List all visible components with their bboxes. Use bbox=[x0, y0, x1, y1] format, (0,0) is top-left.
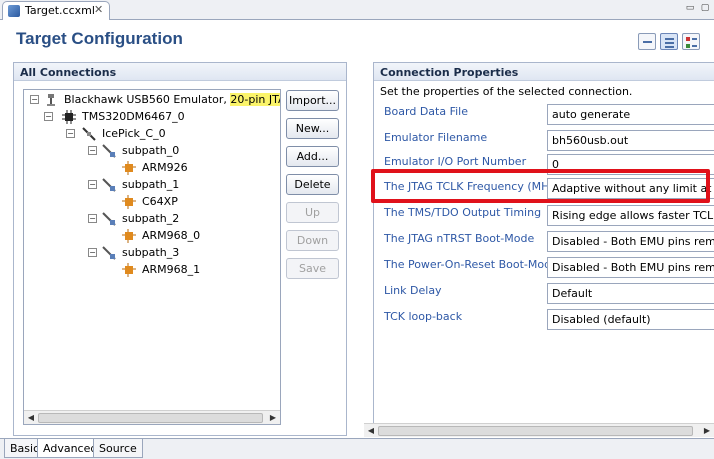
tree-item-c64xp[interactable]: C64XP bbox=[24, 194, 274, 210]
bottom-tab-strip: Basic Advanced Source bbox=[0, 438, 714, 459]
property-value-board-data-file[interactable]: auto generate bbox=[547, 104, 714, 125]
tree-item-label: subpath_2 bbox=[122, 212, 180, 225]
close-tab-icon[interactable]: ✕ bbox=[94, 3, 103, 16]
property-label-board-data-file[interactable]: Board Data File bbox=[384, 105, 468, 118]
property-label-emulator-filename[interactable]: Emulator Filename bbox=[384, 131, 487, 144]
scrollbar-thumb[interactable] bbox=[38, 413, 263, 423]
tree-item-device[interactable]: − TMS320DM6467_0 bbox=[24, 109, 274, 125]
subpath-icon bbox=[102, 246, 116, 260]
tree-item-label: subpath_1 bbox=[122, 178, 180, 191]
save-button[interactable]: Save bbox=[286, 258, 339, 279]
collapse-icon[interactable]: − bbox=[88, 248, 97, 257]
up-button[interactable]: Up bbox=[286, 202, 339, 223]
tree-item-label: TMS320DM6467_0 bbox=[82, 110, 185, 123]
property-value-power-on-reset[interactable]: Disabled - Both EMU pins remain h bbox=[547, 257, 714, 278]
collapse-icon[interactable]: − bbox=[88, 214, 97, 223]
connections-tree[interactable]: − Blackhawk USB560 Emulator, 20-pin JTAG… bbox=[23, 89, 281, 425]
tab-source[interactable]: Source bbox=[93, 439, 143, 458]
property-value-ntrst-boot-mode[interactable]: Disabled - Both EMU pins remain h bbox=[547, 231, 714, 252]
collapse-icon[interactable]: − bbox=[88, 146, 97, 155]
ccxml-file-icon bbox=[8, 5, 20, 17]
emulator-icon bbox=[47, 94, 55, 106]
tree-item-emulator[interactable]: − Blackhawk USB560 Emulator, 20-pin JTAG… bbox=[24, 92, 280, 108]
property-label-ntrst-boot-mode[interactable]: The JTAG nTRST Boot-Mode bbox=[384, 232, 534, 245]
tree-item-label: C64XP bbox=[142, 195, 178, 208]
tree-item-label: Blackhawk USB560 Emulator, bbox=[64, 93, 231, 106]
property-label-io-port[interactable]: Emulator I/O Port Number bbox=[384, 155, 526, 168]
page-title: Target Configuration bbox=[16, 29, 183, 48]
property-value-tms-tdo-timing[interactable]: Rising edge allows faster TCLK bbox=[547, 205, 714, 226]
subpath-icon bbox=[102, 178, 116, 192]
cpu-icon bbox=[122, 161, 136, 175]
tree-item-arm968-0[interactable]: ARM968_0 bbox=[24, 228, 274, 244]
editor-tab-label: Target.ccxml bbox=[25, 4, 95, 17]
connection-properties-description: Set the properties of the selected conne… bbox=[380, 85, 633, 98]
cpu-icon bbox=[122, 229, 136, 243]
property-value-emulator-filename[interactable]: bh560usb.out bbox=[547, 130, 714, 151]
highlighted-text: 20-pin JTAG Ca bbox=[230, 93, 280, 106]
delete-button[interactable]: Delete bbox=[286, 174, 339, 195]
tree-item-label: subpath_0 bbox=[122, 144, 180, 157]
add-button[interactable]: Add... bbox=[286, 146, 339, 167]
property-label-tms-tdo-timing[interactable]: The TMS/TDO Output Timing bbox=[384, 206, 541, 219]
cpu-icon bbox=[122, 195, 136, 209]
collapse-icon[interactable]: − bbox=[66, 129, 75, 138]
scroll-left-icon[interactable]: ◀ bbox=[365, 425, 377, 437]
import-button[interactable]: Import... bbox=[286, 90, 339, 111]
down-button[interactable]: Down bbox=[286, 230, 339, 251]
tree-item-label: IcePick_C_0 bbox=[102, 127, 166, 140]
scroll-right-icon[interactable]: ▶ bbox=[267, 412, 279, 424]
tree-item-subpath-3[interactable]: − subpath_3 bbox=[24, 245, 274, 261]
property-value-link-delay[interactable]: Default bbox=[547, 283, 714, 304]
subpath-icon bbox=[102, 144, 116, 158]
tree-item-subpath-0[interactable]: − subpath_0 bbox=[24, 143, 274, 159]
scroll-left-icon[interactable]: ◀ bbox=[25, 412, 37, 424]
scroll-right-icon[interactable]: ▶ bbox=[701, 425, 713, 437]
tree-item-router[interactable]: − IcePick_C_0 bbox=[24, 126, 274, 142]
tree-item-label: subpath_3 bbox=[122, 246, 180, 259]
collapse-icon[interactable]: − bbox=[30, 95, 39, 104]
tree-item-label: ARM926 bbox=[142, 161, 188, 174]
tree-item-arm926[interactable]: ARM926 bbox=[24, 160, 274, 176]
editor-tab-target[interactable]: Target.ccxml ✕ bbox=[2, 1, 110, 20]
property-value-tck-loop-back[interactable]: Disabled (default) bbox=[547, 309, 714, 330]
view-details-icon[interactable] bbox=[660, 33, 678, 50]
tclk-frequency-callout bbox=[371, 169, 710, 203]
cpu-icon bbox=[122, 263, 136, 277]
collapse-icon[interactable]: − bbox=[88, 180, 97, 189]
scrollbar-thumb[interactable] bbox=[378, 426, 693, 436]
property-label-power-on-reset[interactable]: The Power-On-Reset Boot-Mode bbox=[384, 258, 558, 271]
collapse-icon[interactable]: − bbox=[44, 112, 53, 121]
properties-horizontal-scrollbar[interactable]: ◀ ▶ bbox=[364, 423, 714, 437]
maximize-icon[interactable]: ▢ bbox=[699, 3, 711, 14]
new-button[interactable]: New... bbox=[286, 118, 339, 139]
all-connections-header: All Connections bbox=[14, 63, 346, 81]
router-icon bbox=[82, 127, 96, 141]
property-label-link-delay[interactable]: Link Delay bbox=[384, 284, 442, 297]
connection-properties-header: Connection Properties bbox=[374, 63, 714, 81]
subpath-icon bbox=[102, 212, 116, 226]
tree-item-subpath-2[interactable]: − subpath_2 bbox=[24, 211, 274, 227]
editor-tab-strip: Target.ccxml ✕ ▭ ▢ bbox=[0, 0, 714, 20]
help-contents-icon[interactable] bbox=[638, 33, 656, 50]
property-label-tck-loop-back[interactable]: TCK loop-back bbox=[384, 310, 462, 323]
tree-item-arm968-1[interactable]: ARM968_1 bbox=[24, 262, 274, 278]
chip-icon bbox=[62, 110, 76, 124]
tree-item-label: ARM968_0 bbox=[142, 229, 201, 242]
tree-horizontal-scrollbar[interactable]: ◀ ▶ bbox=[24, 410, 280, 424]
target-configuration-editor: Target.ccxml ✕ ▭ ▢ Target Configuration … bbox=[0, 0, 714, 459]
minimize-icon[interactable]: ▭ bbox=[684, 3, 696, 14]
tree-item-label: ARM968_1 bbox=[142, 263, 201, 276]
tree-item-subpath-1[interactable]: − subpath_1 bbox=[24, 177, 274, 193]
view-list-icon[interactable] bbox=[682, 33, 700, 50]
